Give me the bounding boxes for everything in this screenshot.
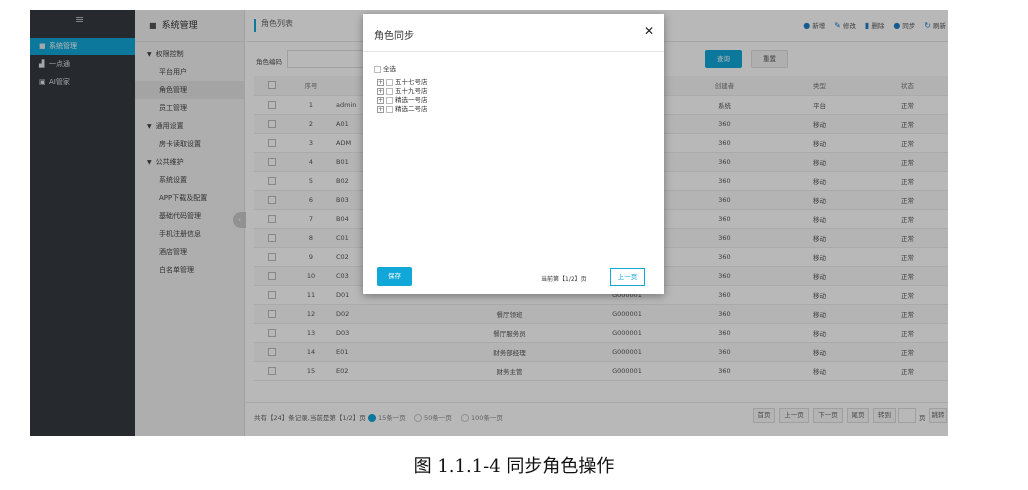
select-all-label: 全选 [383,65,396,73]
figure-caption: 图 1.1.1-4 同步角色操作 [413,456,615,477]
dialog-title: 角色同步 [374,31,414,42]
store-label: 精选二号店 [395,105,428,113]
checkbox-icon [374,65,381,73]
sync-role-dialog: 角色同步 ✕ 全选 + 五十七号店 + 五十九号店 + 精选一号店 + 精选二号店 保存 当前… [363,14,664,294]
app-screen: ≡ ■ 系统管理 ▟ 一点通 ▣ AI管家 ■ 系统管理 ▼ 权限控制 平台用户 角色管理 员工管理… [30,10,948,436]
dialog-header: 角色同步 ✕ [363,14,664,52]
store-tree-node[interactable]: + 精选二号店 [377,103,428,113]
select-all-checkbox[interactable]: 全选 [374,63,396,73]
dialog-prev-page-button[interactable]: 上一页 [610,268,645,286]
checkbox-icon[interactable] [386,105,393,113]
close-icon[interactable]: ✕ [644,24,654,38]
dialog-page-info: 当前第【1/2】页 [541,276,587,283]
expand-icon[interactable]: + [377,105,384,113]
save-button[interactable]: 保存 [377,267,412,286]
